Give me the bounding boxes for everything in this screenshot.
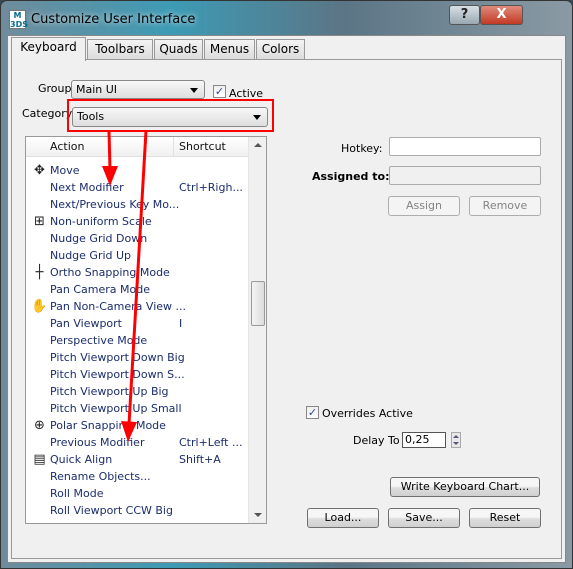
action-name: Ortho Snapping Mode (50, 266, 170, 279)
action-shortcut: Ctrl+Left ... (179, 436, 243, 449)
overrides-active-checkbox[interactable]: ✓ (306, 406, 319, 419)
action-name: Non-uniform Scale (50, 215, 152, 228)
list-item[interactable]: Pitch Viewport Down S... (26, 366, 248, 383)
action-name: Quick Align (50, 453, 113, 466)
category-dropdown[interactable]: Tools (72, 107, 268, 127)
list-item[interactable]: Roll Viewport CCW Small (26, 519, 248, 523)
reset-button[interactable]: Reset (469, 508, 541, 528)
action-name: Pan Non-Camera View ... (50, 300, 187, 313)
action-name: Pan Viewport (50, 317, 122, 330)
hand-icon: ✋ (31, 299, 48, 314)
hotkey-label: Hotkey: (341, 142, 383, 155)
column-header-action[interactable]: Action (26, 137, 174, 157)
action-name: Next/Previous Key Mo... (50, 198, 180, 211)
action-name: Roll Viewport CCW Big (50, 504, 173, 517)
group-dropdown[interactable]: Main UI (71, 80, 205, 99)
chevron-down-icon (190, 88, 198, 93)
active-label: Active (229, 87, 264, 100)
list-item[interactable]: Pan Camera Mode (26, 281, 248, 298)
tab-keyboard[interactable]: Keyboard (11, 37, 86, 61)
save-button[interactable]: Save... (388, 508, 460, 528)
overrides-active-label: Overrides Active (322, 407, 413, 420)
action-shortcut: I (179, 317, 183, 330)
tab-colors[interactable]: Colors (256, 39, 305, 59)
active-checkbox[interactable]: ✓ (213, 85, 226, 98)
list-item[interactable]: Nudge Grid Down (26, 230, 248, 247)
category-label: Category: (22, 107, 76, 120)
list-item[interactable]: Previous Modifier Ctrl+Left ... (26, 434, 248, 451)
load-button[interactable]: Load... (307, 508, 379, 528)
remove-button[interactable]: Remove (469, 196, 541, 216)
delay-label: Delay To (353, 434, 400, 447)
tab-toolbars[interactable]: Toolbars (87, 39, 153, 59)
list-item[interactable]: Pitch Viewport Up Big (26, 383, 248, 400)
app-logo: M 3DS (9, 10, 28, 29)
list-item[interactable]: Next Modifier Ctrl+Righ... (26, 179, 248, 196)
action-name: Nudge Grid Down (50, 232, 148, 245)
delay-spinner[interactable] (451, 432, 461, 448)
action-shortcut: Ctrl+Righ... (179, 181, 243, 194)
scroll-down-icon[interactable] (254, 513, 262, 517)
help-button[interactable]: ? (449, 5, 480, 25)
category-value: Tools (77, 110, 105, 123)
action-name: Pitch Viewport Down S... (50, 368, 185, 381)
list-item[interactable]: Pitch Viewport Down Big (26, 349, 248, 366)
list-scrollbar[interactable] (248, 137, 266, 523)
list-item[interactable]: ✋ Pan Non-Camera View ... (26, 298, 248, 315)
delay-input[interactable]: 0,25 (402, 432, 446, 448)
chevron-down-icon (253, 115, 261, 120)
action-name: Perspective Mode (50, 334, 148, 347)
action-name: Rename Objects... (50, 470, 151, 483)
action-list[interactable]: Action Shortcut ✥ Move Next Modifier Ctrl+R… (25, 136, 267, 524)
action-name: Polar Snapping Mode (50, 419, 166, 432)
list-item[interactable]: Next/Previous Key Mo... (26, 196, 248, 213)
polar-snap-icon: ⊕ (34, 418, 45, 433)
action-name: Pitch Viewport Down Big (50, 351, 185, 364)
list-item[interactable]: ⊕ Polar Snapping Mode (26, 417, 248, 434)
tab-menus[interactable]: Menus (204, 39, 255, 59)
close-button[interactable]: X (480, 5, 523, 25)
scrollbar-thumb[interactable] (251, 281, 265, 326)
write-keyboard-chart-button[interactable]: Write Keyboard Chart... (390, 477, 540, 497)
scale-icon: ⊞ (34, 214, 45, 229)
column-header-shortcut[interactable]: Shortcut (174, 137, 248, 157)
assigned-to-label: Assigned to: (312, 170, 390, 183)
spin-down-icon[interactable] (453, 442, 459, 445)
list-item[interactable]: Pitch Viewport Up Small (26, 400, 248, 417)
list-item[interactable]: Roll Mode (26, 485, 248, 502)
action-name: Next Modifier (50, 181, 124, 194)
list-item[interactable]: ┼ Ortho Snapping Mode (26, 264, 248, 281)
list-item[interactable]: Rename Objects... (26, 468, 248, 485)
scroll-up-icon[interactable] (254, 143, 262, 147)
ortho-snap-icon: ┼ (35, 265, 44, 280)
move-icon: ✥ (34, 163, 45, 178)
action-name: Pan Camera Mode (50, 283, 150, 296)
list-item[interactable]: Roll Viewport CCW Big (26, 502, 248, 519)
action-name: Roll Mode (50, 487, 104, 500)
list-item[interactable]: ✥ Move (26, 162, 248, 179)
list-item[interactable]: Nudge Grid Up (26, 247, 248, 264)
tab-quads[interactable]: Quads (154, 39, 203, 59)
spin-up-icon[interactable] (453, 435, 459, 438)
list-item[interactable]: ▤ Quick Align Shift+A (26, 451, 248, 468)
action-name: Pitch Viewport Up Small (50, 402, 182, 415)
hotkey-input[interactable] (389, 137, 541, 156)
action-name: Roll Viewport CCW Small (50, 519, 186, 523)
assign-button[interactable]: Assign (388, 196, 460, 216)
action-name: Pitch Viewport Up Big (50, 385, 169, 398)
action-name: Nudge Grid Up (50, 249, 132, 262)
quick-align-icon: ▤ (33, 452, 46, 467)
list-item[interactable]: Pan Viewport I (26, 315, 248, 332)
list-item[interactable]: Perspective Mode (26, 332, 248, 349)
assigned-to-field (389, 166, 541, 185)
list-item[interactable]: ⊞ Non-uniform Scale (26, 213, 248, 230)
action-shortcut: Shift+A (179, 453, 221, 466)
action-name: Move (50, 164, 80, 177)
action-name: Previous Modifier (50, 436, 145, 449)
group-label: Group: (38, 82, 76, 95)
group-value: Main UI (76, 83, 118, 96)
window-title: Customize User Interface (31, 12, 196, 27)
